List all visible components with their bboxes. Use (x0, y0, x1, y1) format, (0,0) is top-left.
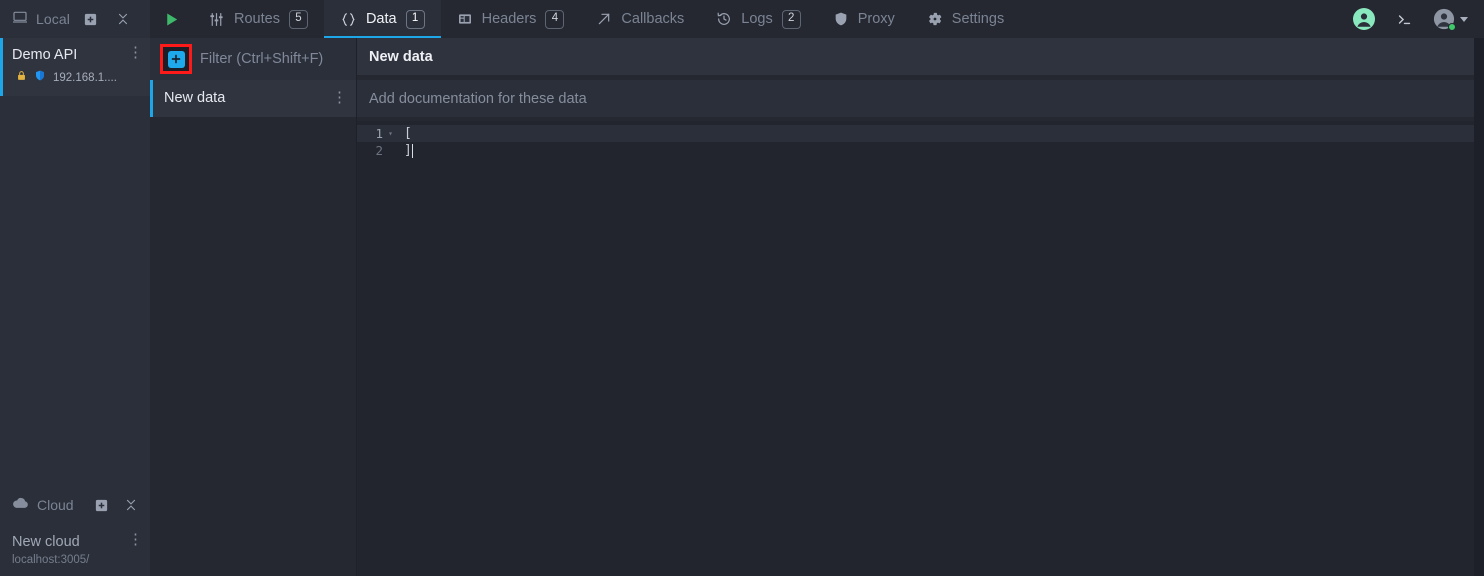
tab-settings-label: Settings (952, 11, 1004, 27)
add-environment-button[interactable] (80, 8, 102, 30)
cloud-section: Cloud (0, 485, 150, 576)
tab-routes-label: Routes (234, 11, 280, 27)
code-line-1-text: [ (404, 126, 412, 141)
environment-item-demo-api[interactable]: Demo API ⋮ (0, 38, 150, 96)
code-content[interactable]: [ ] (399, 121, 1474, 576)
text-cursor (412, 144, 413, 158)
data-editor-title[interactable]: New data (369, 49, 433, 65)
environments-header: Local (0, 0, 150, 38)
collapse-icon[interactable] (112, 8, 134, 30)
environments-sidebar: Demo API ⋮ (0, 38, 150, 576)
cloud-environment-item-new-cloud[interactable]: New cloud ⋮ localhost:3005/ (0, 525, 150, 576)
local-label: Local (36, 11, 70, 27)
cloud-icon (12, 496, 29, 514)
cloud-header: Cloud (0, 485, 150, 525)
environment-name: Demo API (12, 46, 128, 64)
tab-data[interactable]: Data 1 (324, 0, 441, 38)
app-window: Local (0, 0, 1484, 576)
data-item-menu-icon[interactable]: ⋮ (332, 91, 344, 105)
online-status-dot (1448, 23, 1456, 31)
environments-list: Demo API ⋮ (0, 38, 150, 485)
code-gutter: 1 ▾ 2 (357, 121, 399, 576)
line-number-2: 2 (375, 143, 383, 158)
editor-right-margin (1474, 38, 1484, 576)
tab-logs-label: Logs (741, 11, 772, 27)
laptop-icon (12, 9, 28, 30)
start-server-button[interactable] (150, 0, 192, 38)
tab-headers-label: Headers (482, 11, 537, 27)
tab-data-label: Data (366, 11, 397, 27)
tab-logs[interactable]: Logs 2 (700, 0, 816, 38)
data-list-panel: New data ⋮ (150, 38, 357, 576)
gutter-line-2: 2 (357, 142, 399, 159)
tab-callbacks[interactable]: Callbacks (580, 0, 700, 38)
environment-menu-icon[interactable]: ⋮ (128, 46, 140, 60)
history-clock-icon (716, 11, 732, 27)
top-bar: Local (0, 0, 1484, 38)
code-line-2-text: ] (404, 143, 412, 158)
add-data-button[interactable] (168, 51, 185, 68)
app-body: Demo API ⋮ (0, 38, 1484, 576)
code-line-2[interactable]: ] (399, 142, 1474, 159)
headers-icon (457, 11, 473, 27)
tab-proxy[interactable]: Proxy (817, 0, 911, 38)
shield-icon (833, 11, 849, 27)
cloud-environment-menu-icon[interactable]: ⋮ (128, 533, 140, 547)
data-items-list: New data ⋮ (150, 80, 356, 576)
line-number-1: 1 (375, 126, 383, 141)
cloud-environment-host: localhost:3005/ (12, 554, 140, 566)
tab-settings[interactable]: Settings (911, 0, 1020, 38)
cloud-label: Cloud (37, 497, 74, 513)
data-item-new-data[interactable]: New data ⋮ (150, 80, 356, 117)
tab-routes-badge: 5 (289, 10, 308, 29)
tab-routes[interactable]: Routes 5 (192, 0, 324, 38)
tab-logs-badge: 2 (782, 10, 801, 29)
tab-callbacks-label: Callbacks (621, 11, 684, 27)
add-data-highlight (160, 44, 192, 74)
gutter-line-1: 1 ▾ (357, 125, 399, 142)
lock-icon (16, 69, 27, 87)
tab-data-badge: 1 (406, 10, 425, 29)
account-circle-icon[interactable] (1353, 8, 1375, 30)
braces-icon (340, 11, 357, 28)
gear-icon (927, 11, 943, 27)
chevron-down-icon (1460, 17, 1468, 22)
add-cloud-environment-button[interactable] (90, 494, 112, 516)
user-avatar-icon (1433, 8, 1455, 30)
top-bar-main: Routes 5 Data 1 (150, 0, 1484, 38)
cloud-environment-name: New cloud (12, 533, 128, 551)
data-filter-bar (150, 38, 356, 80)
data-item-label: New data (164, 90, 332, 106)
tab-proxy-label: Proxy (858, 11, 895, 27)
top-bar-actions (1353, 0, 1484, 38)
tab-headers[interactable]: Headers 4 (441, 0, 581, 38)
data-editor-title-bar: New data (357, 38, 1474, 76)
arrow-up-right-icon (596, 11, 612, 27)
terminal-prompt-icon[interactable] (1393, 8, 1415, 30)
code-fold-icon[interactable]: ▾ (386, 130, 395, 138)
data-documentation-bar (357, 80, 1474, 117)
environment-meta: 192.168.1.... (12, 69, 140, 87)
tab-headers-badge: 4 (545, 10, 564, 29)
code-line-1[interactable]: [ (399, 125, 1474, 142)
json-code-editor[interactable]: 1 ▾ 2 [ ] (357, 121, 1474, 576)
data-editor: New data 1 ▾ 2 [ (357, 38, 1484, 576)
user-menu-button[interactable] (1433, 8, 1468, 30)
local-environments-title: Local (12, 9, 70, 30)
main-tabs: Routes 5 Data 1 (192, 0, 1020, 38)
sliders-icon (208, 11, 225, 28)
tls-shield-icon (34, 69, 46, 87)
cloud-collapse-icon[interactable] (120, 494, 142, 516)
data-documentation-input[interactable] (369, 91, 1474, 107)
environment-host: 192.168.1.... (53, 72, 117, 84)
